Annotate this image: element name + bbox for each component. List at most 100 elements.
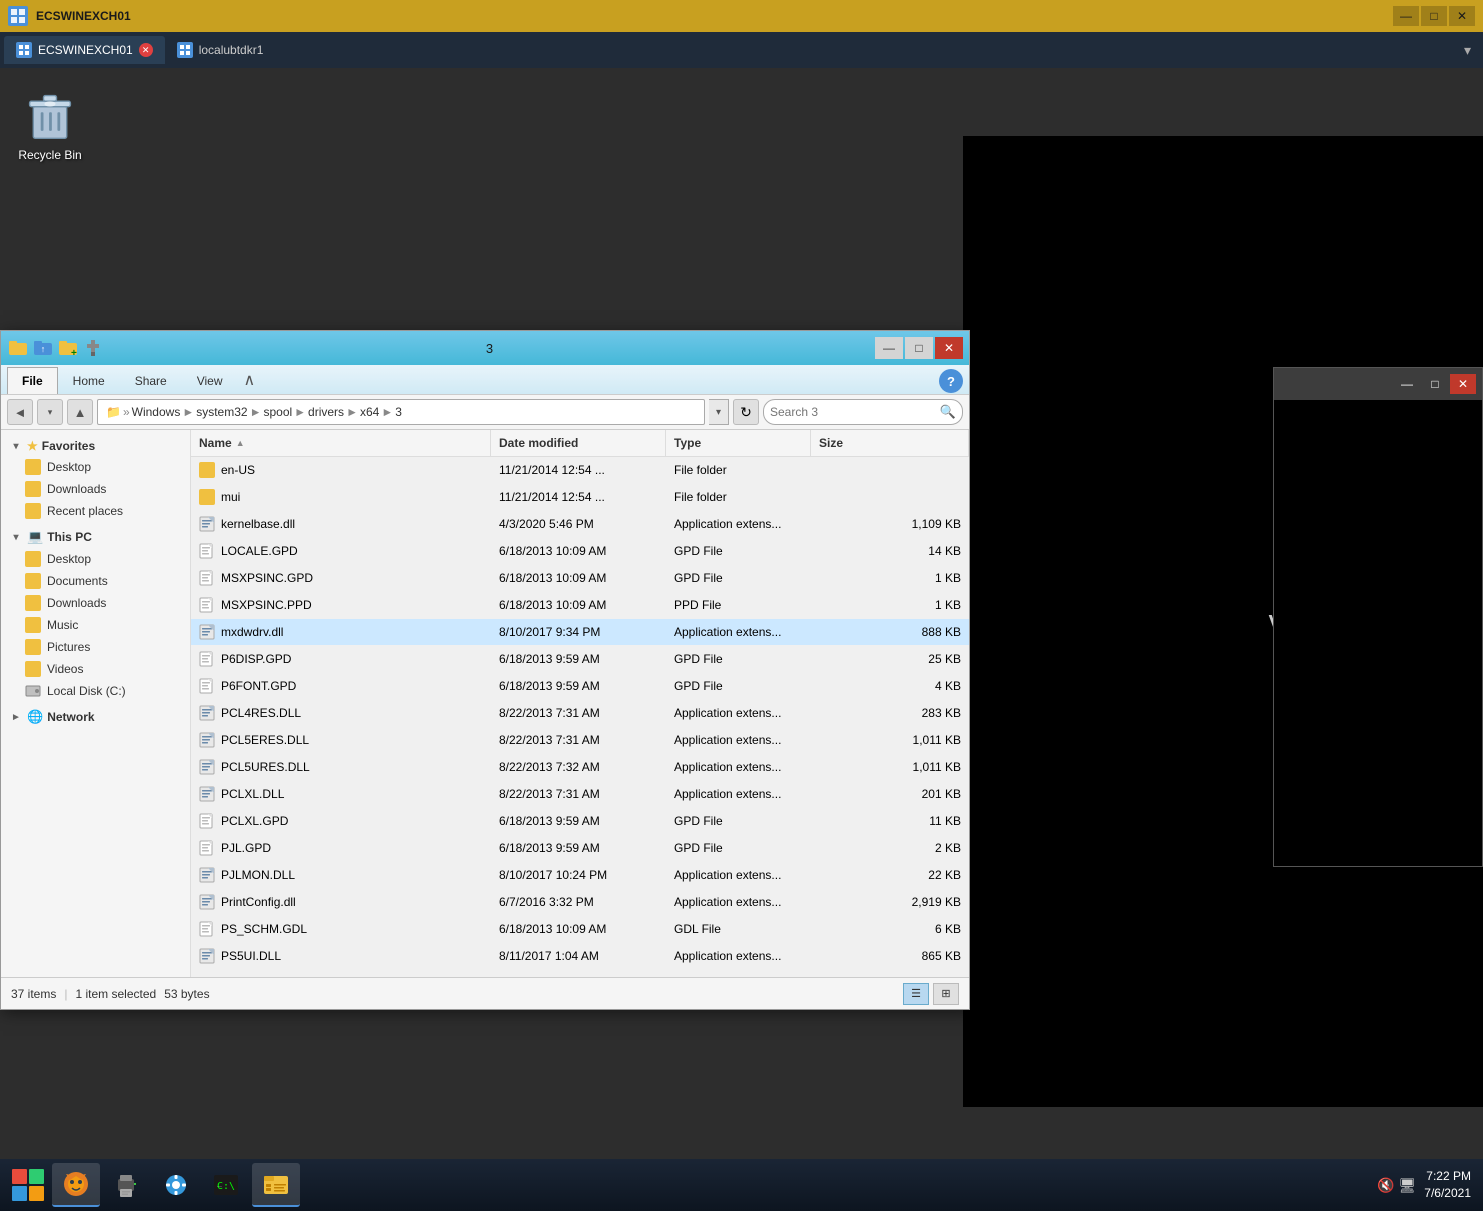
rdp-maximize-button[interactable]: □: [1421, 6, 1447, 26]
breadcrumb-windows[interactable]: Windows: [132, 405, 181, 419]
speaker-muted-icon[interactable]: 🔇: [1377, 1177, 1394, 1194]
file-row[interactable]: MSXPSINC.GPD 6/18/2013 10:09 AM GPD File…: [191, 565, 969, 592]
sidebar-item-downloads-pc[interactable]: Downloads: [1, 592, 190, 614]
view-details-button[interactable]: ☰: [903, 983, 929, 1005]
col-name-header[interactable]: Name ▲: [191, 430, 491, 456]
address-path-bar[interactable]: 📁 » Windows ► system32 ► spool ► drivers…: [97, 399, 705, 425]
file-row[interactable]: PCL5ERES.DLL 8/22/2013 7:31 AM Applicati…: [191, 727, 969, 754]
status-item-count: 37 items: [11, 987, 56, 1001]
start-button[interactable]: [4, 1163, 52, 1207]
col-size-header[interactable]: Size: [811, 430, 969, 456]
file-cell-date: 6/18/2013 9:59 AM: [491, 649, 666, 669]
ribbon-tab-home[interactable]: Home: [58, 367, 120, 394]
sidebar-item-desktop-pc[interactable]: Desktop: [1, 548, 190, 570]
explorer-new-folder-icon[interactable]: +: [57, 337, 79, 359]
file-row[interactable]: PS5UI.DLL 8/11/2017 1:04 AM Application …: [191, 943, 969, 970]
explorer-close-button[interactable]: ✕: [935, 337, 963, 359]
file-row[interactable]: mui 11/21/2014 12:54 ... File folder: [191, 484, 969, 511]
tab1-close-button[interactable]: ✕: [139, 43, 153, 57]
search-icon[interactable]: 🔍: [940, 404, 956, 420]
breadcrumb-drivers[interactable]: drivers: [308, 405, 344, 419]
file-row[interactable]: PJLMON.DLL 8/10/2017 10:24 PM Applicatio…: [191, 862, 969, 889]
back-button[interactable]: ◄: [7, 399, 33, 425]
file-row[interactable]: LOCALE.GPD 6/18/2013 10:09 AM GPD File 1…: [191, 538, 969, 565]
taskbar-item-fox[interactable]: [52, 1163, 100, 1207]
file-cell-type: Application extens...: [666, 865, 811, 885]
sidebar-item-downloads-fav[interactable]: Downloads: [1, 478, 190, 500]
file-row[interactable]: MSXPSINC.PPD 6/18/2013 10:09 AM PPD File…: [191, 592, 969, 619]
network-tray-icon[interactable]: 🖥: [1399, 1177, 1417, 1194]
file-cell-name: MSXPSINC.GPD: [191, 567, 491, 589]
taskbar-item-settings[interactable]: [152, 1163, 200, 1207]
ribbon-help-button[interactable]: ?: [939, 369, 963, 393]
sidebar-item-music[interactable]: Music: [1, 614, 190, 636]
taskbar-item-printer[interactable]: [102, 1163, 150, 1207]
breadcrumb-x64[interactable]: x64: [360, 405, 379, 419]
sidebar-item-videos[interactable]: Videos: [1, 658, 190, 680]
sidebar-item-desktop-fav[interactable]: Desktop: [1, 456, 190, 478]
sidebar-item-recent-places[interactable]: Recent places: [1, 500, 190, 522]
sidebar-item-documents[interactable]: Documents: [1, 570, 190, 592]
file-row[interactable]: PCLXL.GPD 6/18/2013 9:59 AM GPD File 11 …: [191, 808, 969, 835]
file-cell-date: 4/3/2020 5:46 PM: [491, 514, 666, 534]
file-cell-name: MSXPSINC.PPD: [191, 594, 491, 616]
explorer-minimize-button[interactable]: —: [875, 337, 903, 359]
file-row[interactable]: PS_SCHM.GDL 6/18/2013 10:09 AM GDL File …: [191, 916, 969, 943]
file-cell-size: 11 KB: [811, 811, 969, 831]
file-row[interactable]: en-US 11/21/2014 12:54 ... File folder: [191, 457, 969, 484]
ribbon-expand-button[interactable]: ∧: [238, 365, 262, 394]
sidebar-favorites-header[interactable]: ▾ ★ Favorites: [1, 436, 190, 456]
explorer-up-icon[interactable]: ↑: [32, 337, 54, 359]
tab2-label: localubtdkr1: [199, 43, 264, 57]
file-cell-type: GPD File: [666, 811, 811, 831]
search-input[interactable]: [770, 405, 936, 419]
system-clock[interactable]: 7:22 PM 7/6/2021: [1424, 1168, 1471, 1202]
file-row[interactable]: P6DISP.GPD 6/18/2013 9:59 AM GPD File 25…: [191, 646, 969, 673]
file-cell-name: PCL4RES.DLL: [191, 702, 491, 724]
sidebar-thispc-header[interactable]: ▾ 💻 This PC: [1, 526, 190, 548]
file-icon: [199, 813, 215, 829]
address-dropdown-button[interactable]: ▾: [709, 399, 729, 425]
second-rdp-window[interactable]: — □ ✕: [1273, 367, 1483, 867]
taskbar-item-explorer[interactable]: [252, 1163, 300, 1207]
col-date-header[interactable]: Date modified: [491, 430, 666, 456]
up-button[interactable]: ▲: [67, 399, 93, 425]
tab-ecswinexch01[interactable]: ECSWINEXCH01 ✕: [4, 36, 165, 64]
sidebar-item-pictures[interactable]: Pictures: [1, 636, 190, 658]
sidebar-network-header[interactable]: ► 🌐 Network: [1, 706, 190, 728]
search-box[interactable]: 🔍: [763, 399, 963, 425]
back-dropdown-button[interactable]: ▾: [37, 399, 63, 425]
rdp-close-button[interactable]: ✕: [1449, 6, 1475, 26]
ribbon-tab-file[interactable]: File: [7, 367, 58, 394]
file-row[interactable]: P6FONT.GPD 6/18/2013 9:59 AM GPD File 4 …: [191, 673, 969, 700]
tab-icon-1: [16, 42, 32, 58]
breadcrumb-3[interactable]: 3: [395, 405, 402, 419]
file-icon: [199, 597, 215, 613]
explorer-maximize-button[interactable]: □: [905, 337, 933, 359]
tab-bar-expand-button[interactable]: ▾: [1456, 42, 1479, 59]
view-large-icons-button[interactable]: ⊞: [933, 983, 959, 1005]
file-explorer-icon: [262, 1170, 290, 1198]
file-row[interactable]: PrintConfig.dll 6/7/2016 3:32 PM Applica…: [191, 889, 969, 916]
breadcrumb-spool[interactable]: spool: [263, 405, 292, 419]
col-type-header[interactable]: Type: [666, 430, 811, 456]
recycle-bin[interactable]: Recycle Bin: [10, 88, 90, 162]
file-row[interactable]: PCL5URES.DLL 8/22/2013 7:32 AM Applicati…: [191, 754, 969, 781]
file-row[interactable]: mxdwdrv.dll 8/10/2017 9:34 PM Applicatio…: [191, 619, 969, 646]
file-row[interactable]: PJL.GPD 6/18/2013 9:59 AM GPD File 2 KB: [191, 835, 969, 862]
ribbon-tab-share[interactable]: Share: [120, 367, 182, 394]
sidebar-item-local-disk[interactable]: Local Disk (C:): [1, 680, 190, 702]
file-row[interactable]: kernelbase.dll 4/3/2020 5:46 PM Applicat…: [191, 511, 969, 538]
breadcrumb-system32[interactable]: system32: [196, 405, 247, 419]
taskbar-item-cmd[interactable]: C:\ _: [202, 1163, 250, 1207]
file-row[interactable]: PCLXL.DLL 8/22/2013 7:31 AM Application …: [191, 781, 969, 808]
ribbon-tabs: File Home Share View ∧ ?: [1, 365, 969, 394]
rdp-minimize-button[interactable]: —: [1393, 6, 1419, 26]
rdp2-close-button[interactable]: ✕: [1450, 374, 1476, 394]
tab-localubtdkr1[interactable]: localubtdkr1: [165, 36, 276, 64]
file-row[interactable]: PCL4RES.DLL 8/22/2013 7:31 AM Applicatio…: [191, 700, 969, 727]
rdp2-maximize-button[interactable]: □: [1422, 374, 1448, 394]
rdp2-minimize-button[interactable]: —: [1394, 374, 1420, 394]
ribbon-tab-view[interactable]: View: [182, 367, 238, 394]
refresh-button[interactable]: ↻: [733, 399, 759, 425]
